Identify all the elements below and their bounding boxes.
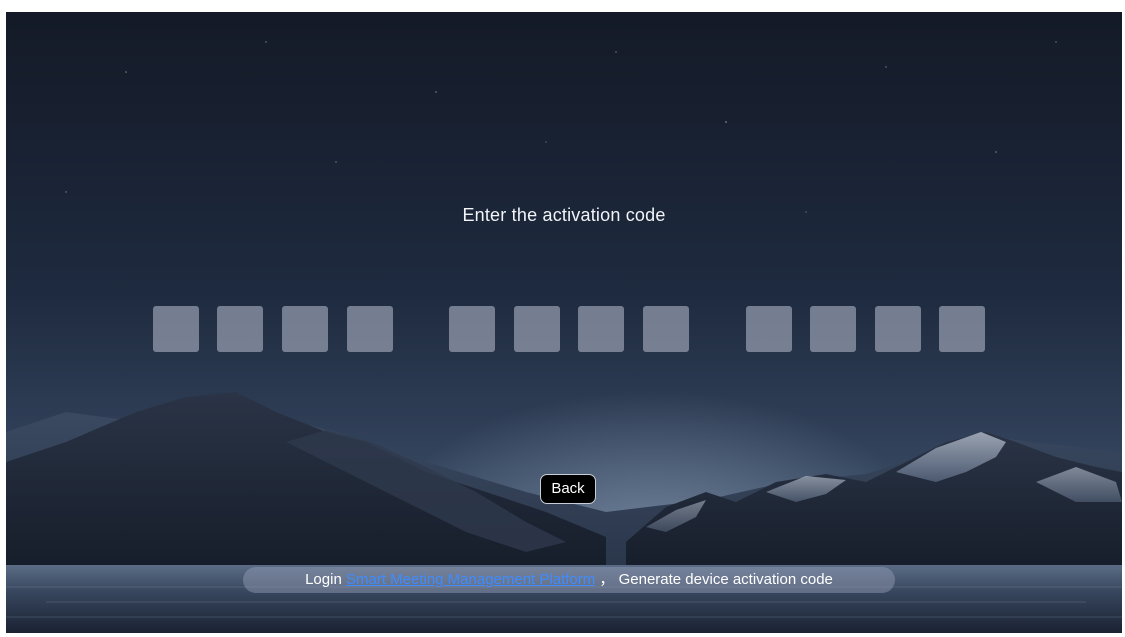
code-box-4[interactable] <box>347 306 393 352</box>
code-box-12[interactable] <box>939 306 985 352</box>
code-box-1[interactable] <box>153 306 199 352</box>
code-box-2[interactable] <box>217 306 263 352</box>
activation-code-inputs <box>6 306 1122 354</box>
code-box-11[interactable] <box>875 306 921 352</box>
activation-prompt: Enter the activation code <box>462 205 666 225</box>
code-box-10[interactable] <box>810 306 856 352</box>
code-box-7[interactable] <box>578 306 624 352</box>
code-box-9[interactable] <box>746 306 792 352</box>
code-box-3[interactable] <box>282 306 328 352</box>
back-button[interactable]: Back <box>540 474 596 504</box>
activation-screen: Enter the activation code Back Login Sma… <box>6 12 1122 633</box>
platform-link[interactable]: Smart Meeting Management Platform <box>346 571 595 588</box>
code-box-8[interactable] <box>643 306 689 352</box>
hint-separator: ， <box>595 571 615 588</box>
code-box-5[interactable] <box>449 306 495 352</box>
hint-suffix: Generate device activation code <box>614 571 833 588</box>
activation-hint-bar: Login Smart Meeting Management Platform … <box>243 567 895 593</box>
hint-prefix: Login <box>305 571 346 588</box>
code-box-6[interactable] <box>514 306 560 352</box>
